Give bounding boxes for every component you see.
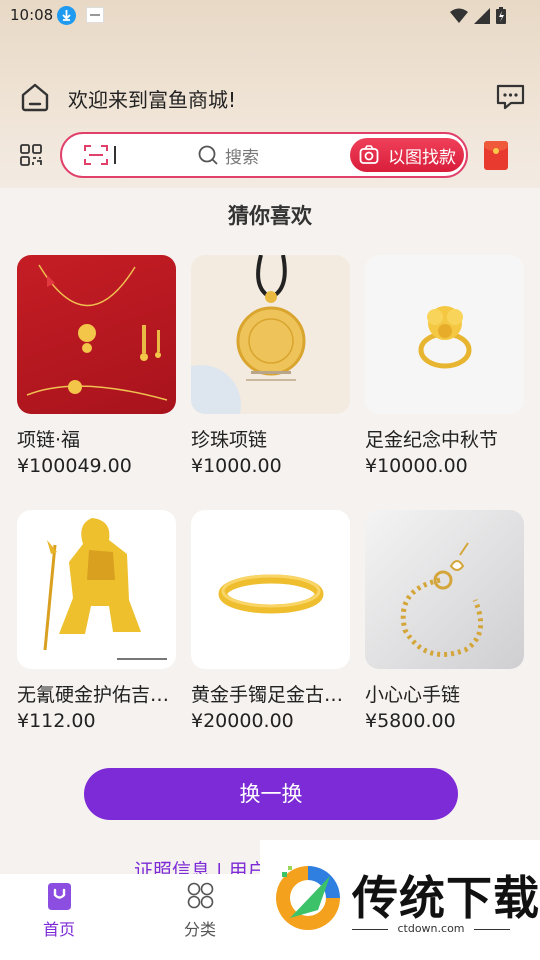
- product-image[interactable]: [365, 510, 524, 669]
- category-icon[interactable]: [187, 882, 214, 909]
- shopping-bag-icon[interactable]: [45, 882, 74, 911]
- red-packet-icon[interactable]: [484, 141, 508, 170]
- section-title: 猜你喜欢: [228, 204, 312, 228]
- product-name[interactable]: 足金纪念中秋节: [365, 425, 530, 452]
- tab-category[interactable]: 分类: [184, 916, 216, 940]
- search-icon: [198, 145, 218, 165]
- search-input[interactable]: 搜索: [225, 143, 259, 168]
- download-icon: [57, 6, 76, 25]
- product-name[interactable]: 珍珠项链: [191, 425, 356, 452]
- home-icon[interactable]: [20, 82, 50, 112]
- watermark-logo-icon: [276, 866, 340, 930]
- watermark-url: ctdown.com: [352, 922, 510, 935]
- product-name[interactable]: 无氰硬金护佑吉…: [17, 680, 182, 707]
- app-notification-icon: [86, 7, 104, 23]
- watermark-title: 传统下载: [352, 871, 540, 925]
- product-image[interactable]: [17, 510, 176, 669]
- product-price: ¥112.00: [17, 710, 96, 732]
- product-image[interactable]: [191, 510, 350, 669]
- product-image[interactable]: [365, 255, 524, 414]
- product-price: ¥100049.00: [17, 455, 132, 477]
- tab-home[interactable]: 首页: [43, 916, 75, 940]
- status-bar: 10:08: [0, 0, 540, 32]
- product-image[interactable]: [191, 255, 350, 414]
- scan-icon[interactable]: [84, 144, 108, 166]
- product-image[interactable]: [17, 255, 176, 414]
- product-name[interactable]: 小心心手链: [365, 680, 530, 707]
- camera-icon: [359, 145, 379, 164]
- wifi-icon: [450, 8, 468, 23]
- product-price: ¥1000.00: [191, 455, 282, 477]
- category-grid-icon[interactable]: [20, 144, 42, 166]
- product-name[interactable]: 项链·福: [17, 425, 182, 452]
- battery-icon: [496, 7, 506, 24]
- text-cursor: [114, 146, 116, 164]
- product-price: ¥5800.00: [365, 710, 456, 732]
- signal-icon: [474, 7, 490, 24]
- product-price: ¥10000.00: [365, 455, 468, 477]
- status-time: 10:08: [10, 6, 54, 24]
- image-search-label: 以图找款: [388, 148, 456, 168]
- product-name[interactable]: 黄金手镯足金古…: [191, 680, 356, 707]
- refresh-recommendations-button[interactable]: 换一换: [84, 768, 458, 820]
- product-price: ¥20000.00: [191, 710, 294, 732]
- welcome-text: 欢迎来到富鱼商城!: [68, 88, 237, 112]
- message-icon[interactable]: [496, 83, 525, 111]
